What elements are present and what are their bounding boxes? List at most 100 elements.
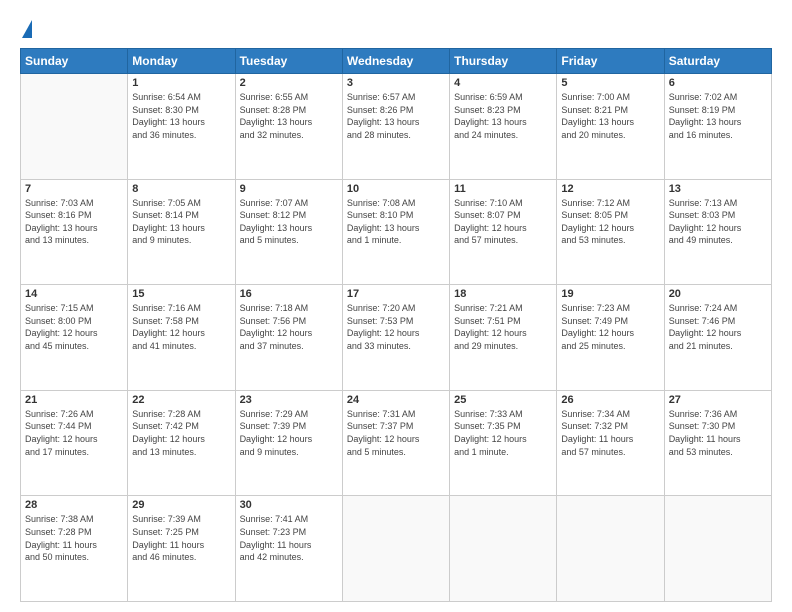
day-number: 4 <box>454 77 552 89</box>
calendar-cell: 8 Sunrise: 7:05 AM Sunset: 8:14 PM Daylig… <box>128 179 235 285</box>
day-info: Sunrise: 7:33 AM Sunset: 7:35 PM Dayligh… <box>454 408 552 458</box>
calendar-cell: 19 Sunrise: 7:23 AM Sunset: 7:49 PM Dayli… <box>557 285 664 391</box>
day-info: Sunrise: 7:13 AM Sunset: 8:03 PM Dayligh… <box>669 197 767 247</box>
day-info: Sunrise: 7:24 AM Sunset: 7:46 PM Dayligh… <box>669 302 767 352</box>
calendar-cell: 21Sunrise: 7:26 AM Sunset: 7:44 PM Dayli… <box>21 390 128 496</box>
day-info: Sunrise: 7:36 AM Sunset: 7:30 PM Dayligh… <box>669 408 767 458</box>
calendar-cell: 10 Sunrise: 7:08 AM Sunset: 8:10 PM Dayli… <box>342 179 449 285</box>
day-number: 27 <box>669 394 767 406</box>
day-number: 7 <box>25 183 123 195</box>
calendar-cell: 30 Sunrise: 7:41 AM Sunset: 7:23 PM Dayli… <box>235 496 342 602</box>
calendar-cell: 2 Sunrise: 6:55 AM Sunset: 8:28 PM Daylig… <box>235 74 342 180</box>
day-info: Sunrise: 7:16 AM Sunset: 7:58 PM Dayligh… <box>132 302 230 352</box>
day-number: 20 <box>669 288 767 300</box>
day-number: 10 <box>347 183 445 195</box>
day-number: 28 <box>25 499 123 511</box>
day-info: Sunrise: 7:38 AM Sunset: 7:28 PM Dayligh… <box>25 513 123 563</box>
calendar-cell: 29Sunrise: 7:39 AM Sunset: 7:25 PM Dayli… <box>128 496 235 602</box>
day-info: Sunrise: 7:31 AM Sunset: 7:37 PM Dayligh… <box>347 408 445 458</box>
calendar-cell: 1Sunrise: 6:54 AM Sunset: 8:30 PM Daylig… <box>128 74 235 180</box>
day-info: Sunrise: 7:05 AM Sunset: 8:14 PM Dayligh… <box>132 197 230 247</box>
calendar-cell <box>342 496 449 602</box>
calendar-cell: 22 Sunrise: 7:28 AM Sunset: 7:42 PM Dayli… <box>128 390 235 496</box>
day-info: Sunrise: 6:59 AM Sunset: 8:23 PM Dayligh… <box>454 91 552 141</box>
day-number: 5 <box>561 77 659 89</box>
day-info: Sunrise: 6:57 AM Sunset: 8:26 PM Dayligh… <box>347 91 445 141</box>
week-row-4: 21Sunrise: 7:26 AM Sunset: 7:44 PM Dayli… <box>21 390 772 496</box>
day-info: Sunrise: 7:10 AM Sunset: 8:07 PM Dayligh… <box>454 197 552 247</box>
calendar-cell: 24 Sunrise: 7:31 AM Sunset: 7:37 PM Dayli… <box>342 390 449 496</box>
calendar-cell: 28 Sunrise: 7:38 AM Sunset: 7:28 PM Dayli… <box>21 496 128 602</box>
calendar-cell: 18 Sunrise: 7:21 AM Sunset: 7:51 PM Dayli… <box>450 285 557 391</box>
calendar-cell: 9 Sunrise: 7:07 AM Sunset: 8:12 PM Daylig… <box>235 179 342 285</box>
calendar-cell: 16Sunrise: 7:18 AM Sunset: 7:56 PM Dayli… <box>235 285 342 391</box>
calendar-cell: 3 Sunrise: 6:57 AM Sunset: 8:26 PM Daylig… <box>342 74 449 180</box>
calendar-cell: 12 Sunrise: 7:12 AM Sunset: 8:05 PM Dayli… <box>557 179 664 285</box>
day-info: Sunrise: 7:15 AM Sunset: 8:00 PM Dayligh… <box>25 302 123 352</box>
day-number: 18 <box>454 288 552 300</box>
calendar-table: SundayMondayTuesdayWednesdayThursdayFrid… <box>20 48 772 602</box>
calendar-cell: 23 Sunrise: 7:29 AM Sunset: 7:39 PM Dayli… <box>235 390 342 496</box>
week-row-5: 28 Sunrise: 7:38 AM Sunset: 7:28 PM Dayli… <box>21 496 772 602</box>
day-header-wednesday: Wednesday <box>342 49 449 74</box>
day-info: Sunrise: 7:03 AM Sunset: 8:16 PM Dayligh… <box>25 197 123 247</box>
calendar-cell: 14 Sunrise: 7:15 AM Sunset: 8:00 PM Dayli… <box>21 285 128 391</box>
day-number: 14 <box>25 288 123 300</box>
day-info: Sunrise: 7:21 AM Sunset: 7:51 PM Dayligh… <box>454 302 552 352</box>
day-number: 15 <box>132 288 230 300</box>
day-number: 9 <box>240 183 338 195</box>
day-header-sunday: Sunday <box>21 49 128 74</box>
day-info: Sunrise: 7:02 AM Sunset: 8:19 PM Dayligh… <box>669 91 767 141</box>
day-info: Sunrise: 7:29 AM Sunset: 7:39 PM Dayligh… <box>240 408 338 458</box>
day-info: Sunrise: 7:12 AM Sunset: 8:05 PM Dayligh… <box>561 197 659 247</box>
calendar-cell: 15 Sunrise: 7:16 AM Sunset: 7:58 PM Dayli… <box>128 285 235 391</box>
day-header-monday: Monday <box>128 49 235 74</box>
week-row-2: 7 Sunrise: 7:03 AM Sunset: 8:16 PM Daylig… <box>21 179 772 285</box>
calendar-cell <box>664 496 771 602</box>
calendar-cell: 4 Sunrise: 6:59 AM Sunset: 8:23 PM Daylig… <box>450 74 557 180</box>
day-number: 11 <box>454 183 552 195</box>
day-number: 3 <box>347 77 445 89</box>
calendar-cell: 5Sunrise: 7:00 AM Sunset: 8:21 PM Daylig… <box>557 74 664 180</box>
day-info: Sunrise: 7:20 AM Sunset: 7:53 PM Dayligh… <box>347 302 445 352</box>
day-info: Sunrise: 7:28 AM Sunset: 7:42 PM Dayligh… <box>132 408 230 458</box>
logo <box>20 20 32 40</box>
day-number: 25 <box>454 394 552 406</box>
calendar-cell: 26 Sunrise: 7:34 AM Sunset: 7:32 PM Dayli… <box>557 390 664 496</box>
calendar-cell: 11 Sunrise: 7:10 AM Sunset: 8:07 PM Dayli… <box>450 179 557 285</box>
day-number: 23 <box>240 394 338 406</box>
calendar-cell: 27 Sunrise: 7:36 AM Sunset: 7:30 PM Dayli… <box>664 390 771 496</box>
day-number: 24 <box>347 394 445 406</box>
header <box>20 16 772 40</box>
day-info: Sunrise: 7:07 AM Sunset: 8:12 PM Dayligh… <box>240 197 338 247</box>
calendar-cell: 6Sunrise: 7:02 AM Sunset: 8:19 PM Daylig… <box>664 74 771 180</box>
calendar-cell: 7 Sunrise: 7:03 AM Sunset: 8:16 PM Daylig… <box>21 179 128 285</box>
day-info: Sunrise: 7:23 AM Sunset: 7:49 PM Dayligh… <box>561 302 659 352</box>
day-header-thursday: Thursday <box>450 49 557 74</box>
day-header-friday: Friday <box>557 49 664 74</box>
day-number: 8 <box>132 183 230 195</box>
day-number: 19 <box>561 288 659 300</box>
day-number: 29 <box>132 499 230 511</box>
day-number: 1 <box>132 77 230 89</box>
page: SundayMondayTuesdayWednesdayThursdayFrid… <box>0 0 792 612</box>
day-info: Sunrise: 7:34 AM Sunset: 7:32 PM Dayligh… <box>561 408 659 458</box>
week-row-3: 14 Sunrise: 7:15 AM Sunset: 8:00 PM Dayli… <box>21 285 772 391</box>
week-row-1: 1Sunrise: 6:54 AM Sunset: 8:30 PM Daylig… <box>21 74 772 180</box>
day-number: 22 <box>132 394 230 406</box>
day-number: 2 <box>240 77 338 89</box>
calendar-cell: 13Sunrise: 7:13 AM Sunset: 8:03 PM Dayli… <box>664 179 771 285</box>
day-info: Sunrise: 6:55 AM Sunset: 8:28 PM Dayligh… <box>240 91 338 141</box>
day-info: Sunrise: 7:41 AM Sunset: 7:23 PM Dayligh… <box>240 513 338 563</box>
logo-triangle-icon <box>22 20 32 38</box>
calendar-cell <box>21 74 128 180</box>
day-header-saturday: Saturday <box>664 49 771 74</box>
day-info: Sunrise: 7:08 AM Sunset: 8:10 PM Dayligh… <box>347 197 445 247</box>
day-number: 26 <box>561 394 659 406</box>
header-row: SundayMondayTuesdayWednesdayThursdayFrid… <box>21 49 772 74</box>
calendar-cell: 25 Sunrise: 7:33 AM Sunset: 7:35 PM Dayli… <box>450 390 557 496</box>
day-info: Sunrise: 7:26 AM Sunset: 7:44 PM Dayligh… <box>25 408 123 458</box>
day-number: 16 <box>240 288 338 300</box>
day-number: 30 <box>240 499 338 511</box>
day-number: 12 <box>561 183 659 195</box>
